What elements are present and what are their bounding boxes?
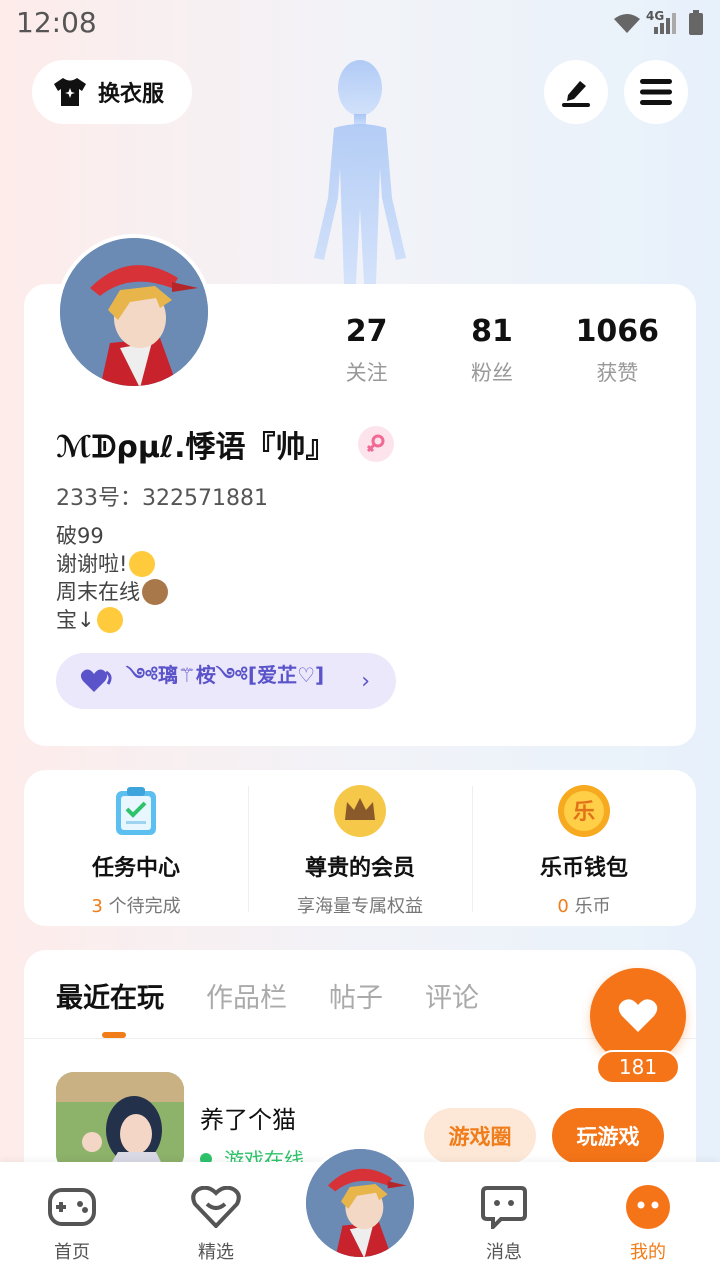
nav-messages[interactable]: 消息 [454,1182,554,1264]
pen-icon [562,81,590,107]
stat-following[interactable]: 27 关注 [304,314,429,387]
chat-bubble-icon [479,1182,529,1232]
tab-works[interactable]: 作品栏 [206,976,287,1015]
coin-count: 0 [557,896,569,917]
avatar-3d-figure[interactable] [296,48,424,288]
nav-me[interactable]: 我的 [598,1182,698,1264]
hamburger-icon [640,79,672,105]
female-icon [357,426,394,462]
stat-following-label: 关注 [345,361,388,385]
tab-recent-play[interactable]: 最近在玩 [56,976,164,1015]
nav-avatar[interactable] [303,1146,417,1260]
stat-fans-value: 81 [471,314,513,349]
nav-featured-label: 精选 [198,1242,234,1263]
profile-stats: 27 关注 81 粉丝 1066 获赞 [304,314,680,387]
task-sub-label: 个待完成 [102,896,181,917]
change-outfit-button[interactable]: 换衣服 [32,60,192,124]
signal-icon [654,13,676,34]
nav-home[interactable]: 首页 [22,1182,122,1264]
stat-likes-value: 1066 [575,314,660,349]
cp-text: ༺璃⚚桉༺[爱芷♡] [126,663,325,687]
game-title[interactable]: 养了个猫 [200,1100,296,1135]
bio-line: 破99 [56,524,104,548]
coin-wallet[interactable]: 乐 乐币钱包 0 乐币 [472,770,696,926]
vip-sub: 享海量专属权益 [297,896,423,917]
quick-access-card: 任务中心 3 个待完成 尊贵的会员 享海量专属权益 乐 乐币钱包 0 乐币 [24,770,696,926]
play-game-button[interactable]: 玩游戏 [552,1108,664,1164]
battery-icon [689,10,703,35]
heart-icon [618,999,658,1032]
menu-button[interactable] [624,60,688,124]
task-center-sub: 3 个待完成 [24,892,248,918]
like-count: 181 [596,1050,680,1084]
nickname-row: ℳᗫρμℓ.悸语『帅』 [56,422,394,466]
stat-following-value: 27 [345,314,388,349]
vip-member[interactable]: 尊贵的会员 享海量专属权益 [248,770,472,926]
tshirt-icon [54,78,86,106]
smile-heart-icon [191,1182,241,1232]
wallet-title: 乐币钱包 [539,856,628,881]
cp-relation-pill[interactable]: ༺璃⚚桉༺[爱芷♡] › [56,653,396,709]
task-center-title: 任务中心 [91,856,180,881]
wifi-icon [614,14,640,33]
game-circle-button[interactable]: 游戏圈 [424,1108,536,1164]
kiss-face-icon [129,551,156,577]
status-bar: 12:08 4G [0,0,720,48]
status-icons: 4G [612,9,704,36]
bio-line: 宝↓ [56,608,95,632]
change-outfit-label: 换衣服 [98,82,165,107]
bio-line: 周末在线 [56,580,140,604]
task-count: 3 [91,896,103,917]
stat-fans-label: 粉丝 [470,361,513,385]
bio: 破99 谢谢啦! 周末在线 宝↓ [56,522,168,634]
task-center[interactable]: 任务中心 3 个待完成 [24,770,248,926]
crown-icon [333,784,387,838]
stat-fans[interactable]: 81 粉丝 [429,314,554,387]
stat-likes-label: 获赞 [596,361,639,385]
coin-icon: 乐 [557,784,611,838]
stat-likes[interactable]: 1066 获赞 [555,314,680,387]
chevron-right-icon: › [361,668,370,694]
svg-text:乐: 乐 [573,800,595,825]
kiss-face-icon [96,607,123,633]
wallet-sub: 0 乐币 [472,892,696,918]
status-time: 12:08 [16,6,97,39]
gamepad-icon [47,1182,97,1232]
bio-line: 谢谢啦! [56,552,128,576]
game-thumbnail[interactable] [56,1072,184,1172]
tab-bar: 最近在玩 作品栏 帖子 评论 [56,976,479,1015]
nav-me-label: 我的 [630,1242,666,1263]
nav-home-label: 首页 [54,1242,90,1263]
monkey-icon [142,579,168,605]
nickname: ℳᗫρμℓ.悸语『帅』 [56,430,336,465]
user-id: 233号：322571881 [56,486,268,511]
nav-messages-label: 消息 [486,1242,522,1263]
edit-profile-button[interactable] [544,60,608,124]
tab-comments[interactable]: 评论 [425,976,479,1015]
clipboard-icon [109,784,163,838]
vip-title: 尊贵的会员 [304,856,415,881]
nav-featured[interactable]: 精选 [166,1182,266,1264]
coin-sub-label: 乐币 [568,896,611,917]
double-heart-icon [80,669,112,692]
me-face-icon [623,1182,673,1232]
tab-posts[interactable]: 帖子 [329,976,383,1015]
profile-avatar[interactable] [56,234,212,390]
